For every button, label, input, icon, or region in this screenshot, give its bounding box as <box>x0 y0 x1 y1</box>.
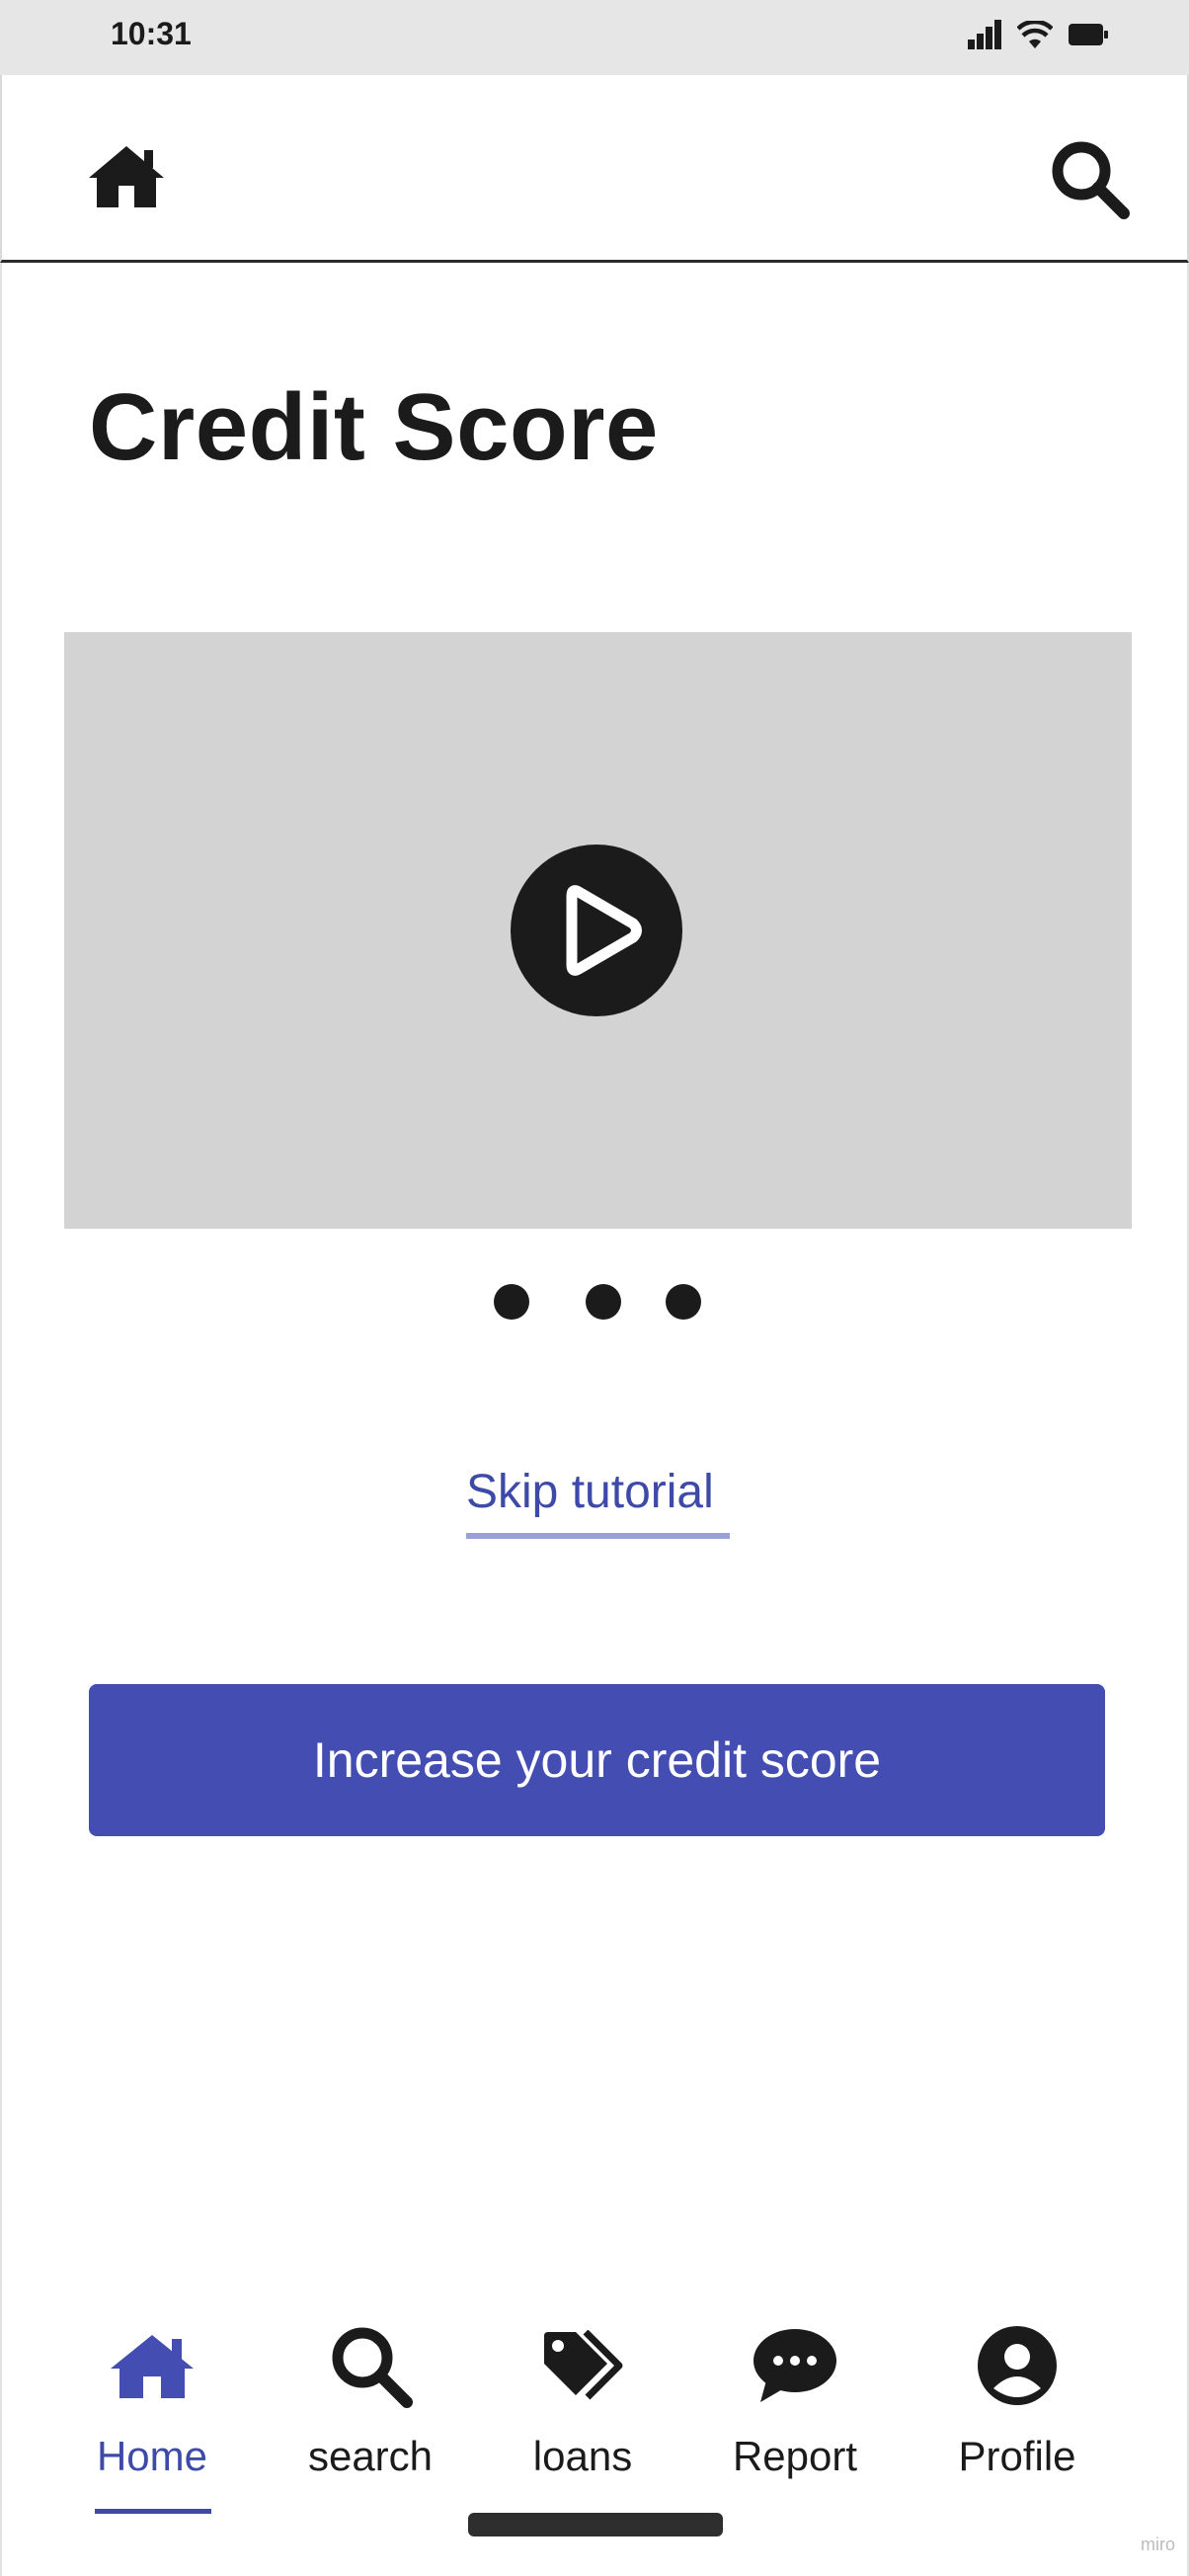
app-header <box>0 75 1189 263</box>
active-tab-indicator <box>95 2509 211 2514</box>
increase-credit-score-button[interactable]: Increase your credit score <box>89 1684 1105 1836</box>
status-icons <box>968 20 1108 49</box>
nav-item-loans[interactable]: loans <box>484 2301 681 2519</box>
nav-item-profile[interactable]: Profile <box>918 2301 1116 2519</box>
status-bar: 10:31 <box>0 0 1189 75</box>
pagination-dot[interactable] <box>666 1284 701 1320</box>
page-title: Credit Score <box>89 374 659 480</box>
nav-item-search[interactable]: search <box>272 2301 469 2519</box>
nav-item-home[interactable]: Home <box>53 2301 251 2519</box>
nav-label-search: search <box>307 2433 434 2479</box>
home-icon <box>111 2335 194 2398</box>
increase-credit-score-label: Increase your credit score <box>312 1732 882 1788</box>
skip-tutorial-link[interactable]: Skip tutorial <box>466 1465 714 1519</box>
home-indicator <box>468 2513 723 2536</box>
header-search-button[interactable] <box>1049 138 1130 219</box>
nav-label-profile: Profile <box>958 2433 1076 2479</box>
chat-bubble-icon <box>753 2329 836 2402</box>
tag-icon <box>544 2330 623 2400</box>
watermark: miro <box>1141 2535 1175 2554</box>
play-icon <box>511 845 682 1016</box>
screen: 10:31 Credit Score Skip tutorial Increas… <box>0 0 1189 2576</box>
pagination-dot[interactable] <box>494 1284 529 1320</box>
home-icon <box>89 146 164 207</box>
nav-label-report: Report <box>732 2433 858 2479</box>
pagination-dot[interactable] <box>586 1284 621 1320</box>
video-player[interactable] <box>64 632 1132 1229</box>
status-time: 10:31 <box>111 16 192 51</box>
battery-icon <box>1069 24 1108 45</box>
carousel-pagination <box>0 1284 1189 1320</box>
nav-label-loans: loans <box>532 2433 633 2479</box>
profile-icon <box>978 2326 1057 2405</box>
search-icon <box>332 2327 413 2408</box>
wifi-icon <box>1017 21 1053 48</box>
search-icon <box>1052 141 1130 219</box>
play-button[interactable] <box>511 845 682 1016</box>
bottom-nav: Home search loans Report Profile <box>0 2301 1189 2529</box>
header-home-button[interactable] <box>87 142 166 211</box>
frame-border-left <box>0 263 2 2576</box>
nav-item-report[interactable]: Report <box>696 2301 894 2519</box>
signal-icon <box>968 20 1001 49</box>
skip-tutorial-underline <box>466 1533 730 1539</box>
nav-label-home: Home <box>96 2433 208 2479</box>
